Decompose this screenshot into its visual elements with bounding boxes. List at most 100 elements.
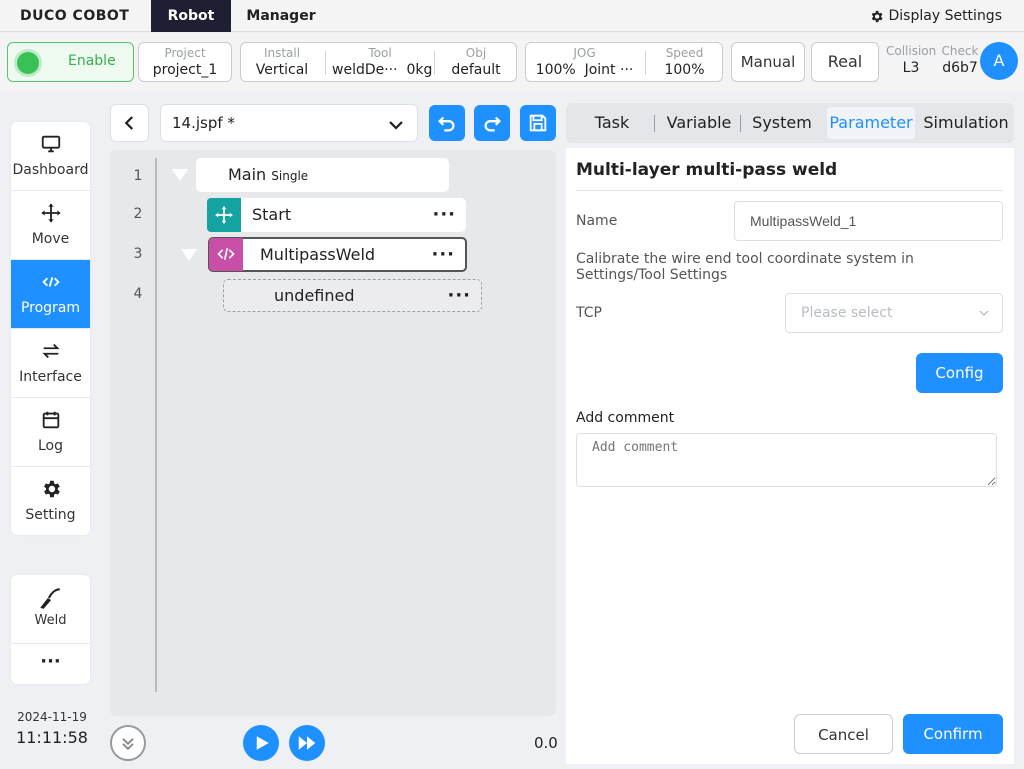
cancel-button[interactable]: Cancel: [794, 714, 893, 754]
step-run-button[interactable]: [289, 725, 325, 761]
tree-node-start[interactable]: Start ···: [207, 198, 466, 232]
user-avatar[interactable]: A: [980, 42, 1018, 80]
collapse-triangle-icon[interactable]: [171, 168, 189, 182]
node-more-button[interactable]: ···: [447, 285, 471, 306]
gear-icon: [871, 10, 883, 22]
sidebar-item-dashboard[interactable]: Dashboard: [11, 122, 90, 191]
monitor-icon: [41, 135, 61, 153]
tree-node-undefined[interactable]: undefined ···: [223, 279, 482, 312]
sidebar-item-label: Program: [20, 300, 81, 316]
tree-node-main[interactable]: Main Single: [196, 158, 449, 192]
chevron-down-icon: [389, 121, 403, 130]
install-tool-obj-group[interactable]: Install Vertical Tool weldDe··· 0kg Obj …: [240, 42, 517, 82]
code-icon: [42, 277, 60, 287]
tab-simulation[interactable]: Simulation: [918, 103, 1014, 143]
project-selector[interactable]: Project project_1: [138, 42, 232, 82]
speed-caption: Speed: [665, 46, 704, 60]
sidebar-item-label: Setting: [25, 507, 76, 523]
node-label: MultipassWeld: [260, 245, 376, 264]
collision-caption: Collision: [886, 44, 937, 58]
node-more-button[interactable]: ···: [432, 204, 456, 225]
comment-textarea[interactable]: [576, 433, 997, 487]
enable-label: Enable: [68, 53, 116, 69]
manual-mode-button[interactable]: Manual: [731, 42, 805, 82]
tcp-label: TCP: [576, 305, 602, 321]
program-tree-panel: [110, 150, 556, 716]
display-settings-label: Display Settings: [888, 8, 1002, 24]
check-code[interactable]: Check d6b7: [940, 44, 980, 78]
line-number: 3: [133, 246, 143, 262]
sidebar-item-weld[interactable]: Weld: [11, 575, 90, 644]
program-file-select[interactable]: 14.jspf *: [160, 104, 418, 142]
project-value: project_1: [152, 62, 218, 78]
back-button[interactable]: [110, 104, 149, 142]
play-icon: [256, 736, 269, 750]
right-tabbar: Task Variable System Parameter Simulatio…: [566, 103, 1014, 143]
enable-toggle[interactable]: Enable: [7, 42, 134, 82]
more-plugins-button[interactable]: ···: [11, 644, 90, 680]
tab-system[interactable]: System: [746, 103, 818, 143]
node-label: undefined: [274, 286, 355, 305]
config-button[interactable]: Config: [916, 353, 1003, 393]
speed-value: 100%: [664, 62, 705, 78]
save-icon: [529, 114, 547, 132]
tool-caption: Tool: [368, 46, 392, 60]
sidebar-item-label: Log: [37, 438, 63, 454]
chevron-left-icon: [124, 116, 134, 130]
move-arrows-icon: [41, 203, 61, 223]
tab-robot[interactable]: Robot: [151, 0, 231, 32]
sidebar-item-interface[interactable]: Interface: [11, 329, 90, 398]
gear-icon: [44, 480, 60, 498]
tab-task[interactable]: Task: [580, 103, 644, 143]
jog-speed-group[interactable]: JOG 100% Joint ··· Speed 100%: [525, 42, 723, 82]
tcp-hint-text: Calibrate the wire end tool coordinate s…: [576, 251, 914, 283]
sidebar-item-setting[interactable]: Setting: [11, 467, 90, 535]
sidebar-nav: Dashboard Move Program Interface Log Set…: [11, 122, 90, 535]
collision-value: L3: [902, 60, 920, 76]
tree-rail: [155, 158, 157, 692]
run-button[interactable]: [243, 725, 279, 761]
collision-level[interactable]: Collision L3: [886, 44, 936, 78]
name-input[interactable]: [734, 201, 1003, 241]
date-text: 2024-11-19: [17, 710, 87, 724]
move-node-icon: [207, 198, 241, 232]
confirm-button[interactable]: Confirm: [903, 714, 1003, 754]
line-number: 2: [133, 206, 143, 222]
run-speed-value: 0.0: [534, 734, 558, 752]
redo-button[interactable]: [474, 105, 510, 141]
install-value: Vertical: [255, 62, 309, 78]
sidebar-item-program[interactable]: Program: [11, 260, 90, 329]
check-value: d6b7: [942, 60, 978, 76]
real-mode-button[interactable]: Real: [811, 42, 879, 82]
node-label: Main: [228, 165, 267, 184]
tree-node-multipassweld[interactable]: MultipassWeld ···: [208, 237, 467, 272]
jog-percent: 100%: [535, 62, 576, 78]
line-number: 1: [133, 168, 143, 184]
tab-manager[interactable]: Manager: [231, 0, 331, 32]
line-number: 4: [133, 286, 143, 302]
jog-caption: JOG: [573, 46, 596, 60]
save-button[interactable]: [520, 105, 556, 141]
calendar-icon: [42, 411, 60, 429]
collapse-all-button[interactable]: [110, 725, 146, 761]
welding-torch-icon: [40, 588, 60, 609]
sidebar-item-log[interactable]: Log: [11, 398, 90, 467]
jog-mode: Joint ···: [584, 62, 634, 78]
tab-variable[interactable]: Variable: [658, 103, 740, 143]
tab-parameter[interactable]: Parameter: [827, 107, 915, 139]
sidebar-item-move[interactable]: Move: [11, 191, 90, 260]
tcp-select-placeholder: Please select: [801, 305, 893, 321]
sidebar-item-label: Interface: [19, 369, 82, 385]
node-more-button[interactable]: ···: [431, 244, 455, 265]
datetime-display: 2024-11-19 11:11:58: [12, 710, 92, 747]
redo-icon: [484, 116, 501, 132]
display-settings-button[interactable]: Display Settings: [869, 8, 1002, 24]
node-mode: Single: [271, 169, 309, 183]
comment-label: Add comment: [576, 410, 675, 426]
form-title: Multi-layer multi-pass weld: [576, 160, 838, 180]
tcp-select[interactable]: Please select: [785, 293, 1003, 333]
collapse-triangle-icon[interactable]: [180, 248, 198, 262]
fast-forward-icon: [298, 736, 316, 750]
sidebar-item-label: Dashboard: [12, 162, 89, 178]
undo-button[interactable]: [429, 105, 465, 141]
